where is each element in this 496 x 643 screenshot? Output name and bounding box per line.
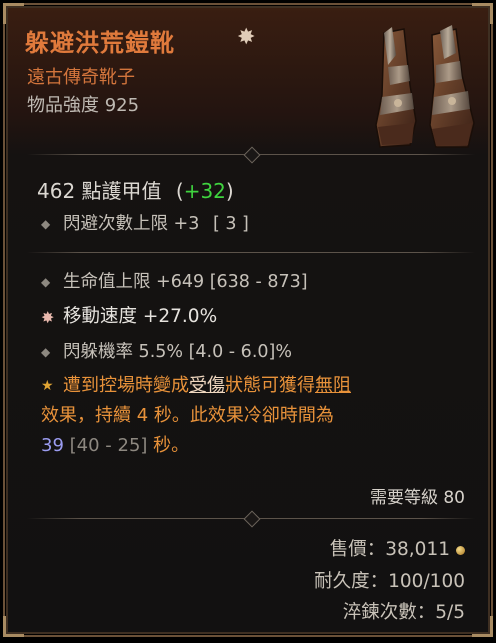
diamond-bullet-icon: ◆	[41, 275, 51, 289]
armor-open: (	[175, 179, 184, 203]
cooldown-value: 39	[41, 435, 64, 456]
implicit-text: 閃避次數上限 +3	[63, 214, 200, 234]
affix-text: 移動速度 +27.0%	[63, 306, 218, 327]
level-requirement: 需要等級 80	[369, 488, 465, 508]
armor-close: )	[225, 179, 234, 203]
keyword-unstoppable: 無阻	[315, 375, 351, 396]
keyword-injured: 受傷	[189, 375, 225, 396]
cooldown-range: [40 - 25]	[69, 435, 148, 456]
legendary-text: 狀態可獲得	[225, 375, 315, 396]
section-divider	[27, 510, 475, 528]
item-power: 物品強度 925	[27, 95, 140, 116]
section-divider	[27, 146, 475, 164]
item-name: 躲避洪荒鎧靴	[25, 29, 175, 57]
legendary-aspect: ★ 遭到控場時變成受傷狀態可獲得無阻 效果，持續 4 秒。此效果冷卻時間為 39…	[41, 371, 471, 461]
affix-row: ✸ 移動速度 +27.0%	[41, 302, 217, 328]
armor-text: 462 點護甲值	[37, 179, 162, 203]
armor-bonus: +32	[183, 179, 226, 203]
boots-item-icon	[375, 25, 475, 148]
frame-corner	[472, 616, 493, 637]
affix-row: ◆ 閃躲機率 5.5% [4.0 - 6.0]%	[41, 338, 292, 363]
implicit-affix: ◆ 閃避次數上限 +3 [ 3 ]	[41, 210, 249, 235]
item-tooltip: 躲避洪荒鎧靴 ✸ 遠古傳奇靴子 物品強度 925 462 點護甲值 (+32) …	[3, 3, 493, 637]
diamond-bullet-icon: ◆	[41, 217, 51, 231]
frame-corner	[472, 3, 493, 24]
implicit-range: [ 3 ]	[212, 214, 249, 234]
diamond-bullet-icon: ◆	[41, 345, 51, 359]
legendary-text: 效果，持續 4 秒。此效果冷卻時間為	[41, 405, 334, 426]
affix-text: 生命值上限 +649 [638 - 873]	[63, 272, 308, 292]
armor-value: 462 點護甲值 (+32)	[37, 175, 234, 204]
affix-row: ◆ 生命值上限 +649 [638 - 873]	[41, 268, 308, 293]
section-divider	[27, 247, 475, 259]
sell-price: 售價：38,011	[330, 535, 465, 561]
item-type: 遠古傳奇靴子	[27, 67, 135, 88]
price-value: 38,011	[385, 539, 450, 560]
legendary-star-icon: ★	[41, 378, 54, 394]
temper-count: 淬鍊次數：5/5	[342, 602, 465, 623]
greater-affix-star-icon: ✸	[237, 25, 256, 50]
greater-affix-star-icon: ✸	[41, 307, 55, 327]
gold-coin-icon	[456, 545, 465, 555]
affix-text: 閃躲機率 5.5% [4.0 - 6.0]%	[63, 342, 292, 362]
frame-corner	[3, 616, 24, 637]
legendary-text: 遭到控場時變成	[63, 375, 189, 396]
frame-corner	[3, 3, 24, 24]
durability: 耐久度：100/100	[314, 571, 465, 592]
price-label: 售價：	[329, 539, 386, 560]
legendary-text: 秒。	[153, 435, 190, 456]
